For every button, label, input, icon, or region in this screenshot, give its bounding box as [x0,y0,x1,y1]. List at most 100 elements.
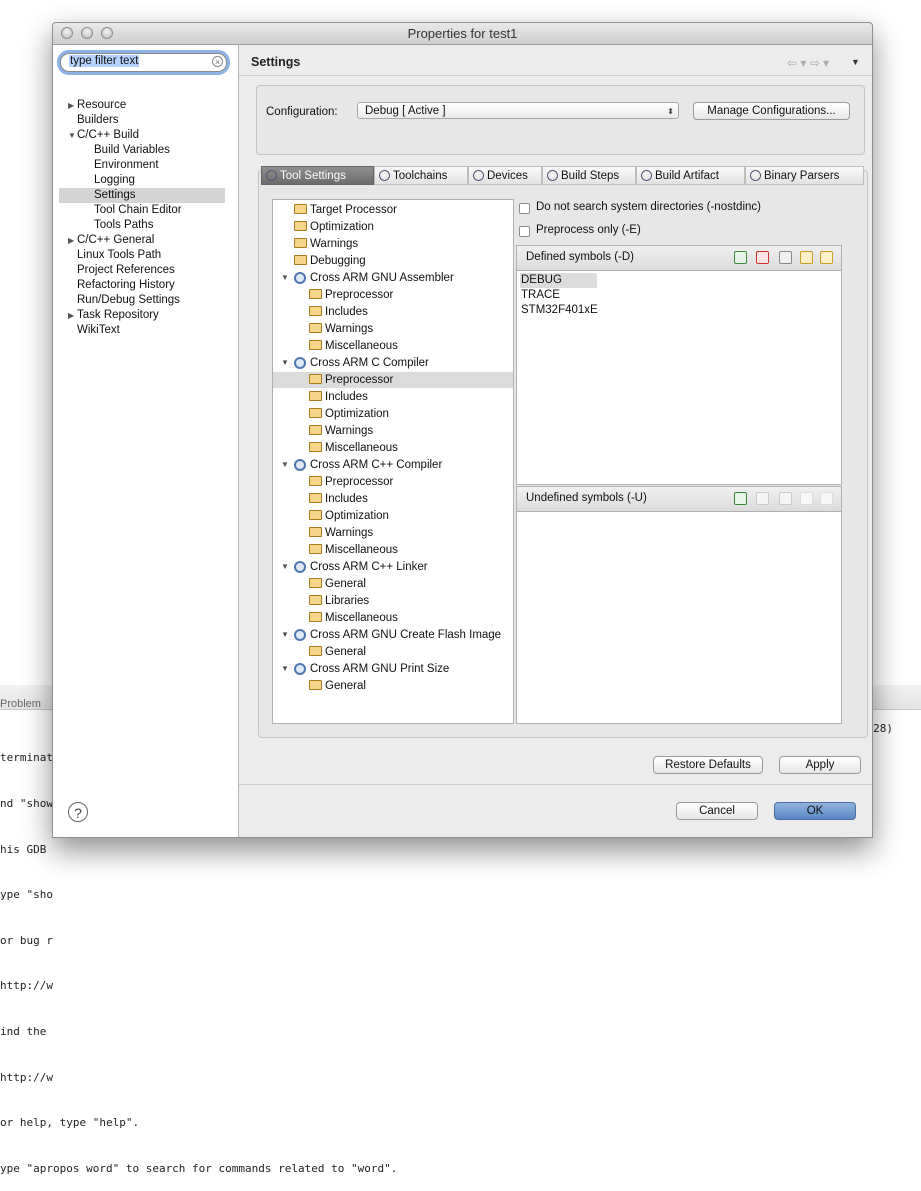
restore-defaults-button[interactable]: Restore Defaults [653,756,763,774]
tab-toolchains[interactable]: Toolchains [374,166,468,185]
problems-tab[interactable]: Problem [0,698,41,710]
expand-icon[interactable]: ▼ [281,661,289,677]
option-folder-icon [309,442,322,452]
tree-item[interactable]: Warnings [273,236,513,252]
tree-item[interactable]: General [273,644,513,660]
nav-item[interactable]: Build Variables [53,143,238,158]
tree-item[interactable]: Miscellaneous [273,338,513,354]
undefined-symbols-panel: Undefined symbols (-U) [516,486,842,724]
add-symbol-icon[interactable] [734,492,747,505]
tree-item[interactable]: ▼ Cross ARM GNU Create Flash Image [273,627,513,643]
tree-item[interactable]: ▼ Cross ARM C Compiler [273,355,513,371]
filter-input[interactable]: type filter text × [60,53,227,72]
configuration-select[interactable]: Debug [ Active ] ⬍ [357,102,679,119]
tree-item[interactable]: Libraries [273,593,513,609]
clear-filter-icon[interactable]: × [212,56,223,67]
tree-item[interactable]: Optimization [273,219,513,235]
tab-build-artifact[interactable]: Build Artifact [636,166,745,185]
tree-item-label: Includes [325,391,368,403]
cancel-button[interactable]: Cancel [676,802,758,820]
nav-item[interactable]: Refactoring History [53,278,238,293]
tab-devices[interactable]: Devices [468,166,542,185]
view-menu-icon[interactable]: ▼ [851,57,860,67]
tab-build-steps[interactable]: Build Steps [542,166,636,185]
apply-button[interactable]: Apply [779,756,861,774]
tree-item[interactable]: Optimization [273,508,513,524]
nav-item[interactable]: ▶ Task Repository [53,308,238,323]
edit-symbol-icon[interactable] [779,251,792,264]
delete-symbol-icon [756,492,769,505]
expand-icon[interactable]: ▼ [281,457,289,473]
ok-button[interactable]: OK [774,802,856,820]
nav-item[interactable]: Settings [59,188,225,203]
tree-item[interactable]: ▼ Cross ARM GNU Print Size [273,661,513,677]
nav-item[interactable]: Run/Debug Settings [53,293,238,308]
tree-item[interactable]: Includes [273,304,513,320]
symbol-item[interactable]: TRACE [520,288,561,303]
tree-item[interactable]: Miscellaneous [273,610,513,626]
tab-binary-parsers[interactable]: Binary Parsers [745,166,864,185]
tree-item[interactable]: ▼ Cross ARM GNU Assembler [273,270,513,286]
twisty-icon[interactable]: ▶ [68,98,74,113]
tree-item[interactable]: Warnings [273,321,513,337]
nav-item[interactable]: Environment [53,158,238,173]
nav-item[interactable]: ▶ C/C++ General [53,233,238,248]
option-folder-icon [294,255,307,265]
tree-item[interactable]: Preprocessor [273,372,513,388]
tree-item[interactable]: Warnings [273,525,513,541]
tree-item[interactable]: ▼ Cross ARM C++ Compiler [273,457,513,473]
expand-icon[interactable]: ▼ [281,627,289,643]
manage-configurations-button[interactable]: Manage Configurations... [693,102,850,120]
twisty-icon[interactable]: ▼ [68,128,76,143]
tree-item[interactable]: Miscellaneous [273,440,513,456]
nostdinc-checkbox[interactable] [519,203,530,214]
preprocess-only-checkbox[interactable] [519,226,530,237]
tree-item[interactable]: Preprocessor [273,474,513,490]
settings-tabbar: Tool Settings Toolchains Devices Build Step… [261,166,864,186]
tree-item[interactable]: Target Processor [273,202,513,218]
move-down-icon[interactable] [820,251,833,264]
delete-symbol-icon[interactable] [756,251,769,264]
nav-item[interactable]: Logging [53,173,238,188]
nav-item[interactable]: Project References [53,263,238,278]
tree-item[interactable]: Warnings [273,423,513,439]
tree-item[interactable]: Includes [273,389,513,405]
symbol-item[interactable]: STM32F401xE [520,303,599,318]
title-bar[interactable]: Properties for test1 [53,23,872,45]
symbol-item[interactable]: DEBUG [520,273,597,288]
tree-item[interactable]: General [273,678,513,694]
tree-item[interactable]: Optimization [273,406,513,422]
help-icon[interactable]: ? [68,802,88,822]
expand-icon[interactable]: ▼ [281,355,289,371]
nav-item[interactable]: ▶ Resource [53,98,238,113]
tree-item[interactable]: Miscellaneous [273,542,513,558]
tree-item-label: Warnings [310,238,359,250]
expand-icon[interactable]: ▼ [281,270,289,286]
tree-item-label: Debugging [310,255,366,267]
option-folder-icon [309,425,322,435]
tree-item[interactable]: Debugging [273,253,513,269]
nav-item-label: C/C++ General [77,234,155,246]
tree-item[interactable]: ▼ Cross ARM C++ Linker [273,559,513,575]
tree-item[interactable]: General [273,576,513,592]
nav-item[interactable]: Tools Paths [53,218,238,233]
move-up-icon[interactable] [800,251,813,264]
properties-dialog: Properties for test1 type filter text × … [52,22,873,838]
tree-item[interactable]: Preprocessor [273,287,513,303]
console-line: or bug r [0,933,53,947]
twisty-icon[interactable]: ▶ [68,308,74,323]
twisty-icon[interactable]: ▶ [68,233,74,248]
nav-item[interactable]: WikiText [53,323,238,338]
move-up-icon [800,492,813,505]
nav-item[interactable]: Tool Chain Editor [53,203,238,218]
tab-tool-settings[interactable]: Tool Settings [261,166,374,185]
nav-item[interactable]: ▼ C/C++ Build [53,128,238,143]
add-symbol-icon[interactable] [734,251,747,264]
nav-item[interactable]: Builders [53,113,238,128]
select-arrows-icon: ⬍ [667,107,674,116]
expand-icon[interactable]: ▼ [281,559,289,575]
history-nav-arrows-icon[interactable]: ⇦ ▾ ⇨ ▾ [787,56,829,70]
nav-item[interactable]: Linux Tools Path [53,248,238,263]
option-folder-icon [309,493,322,503]
tree-item[interactable]: Includes [273,491,513,507]
